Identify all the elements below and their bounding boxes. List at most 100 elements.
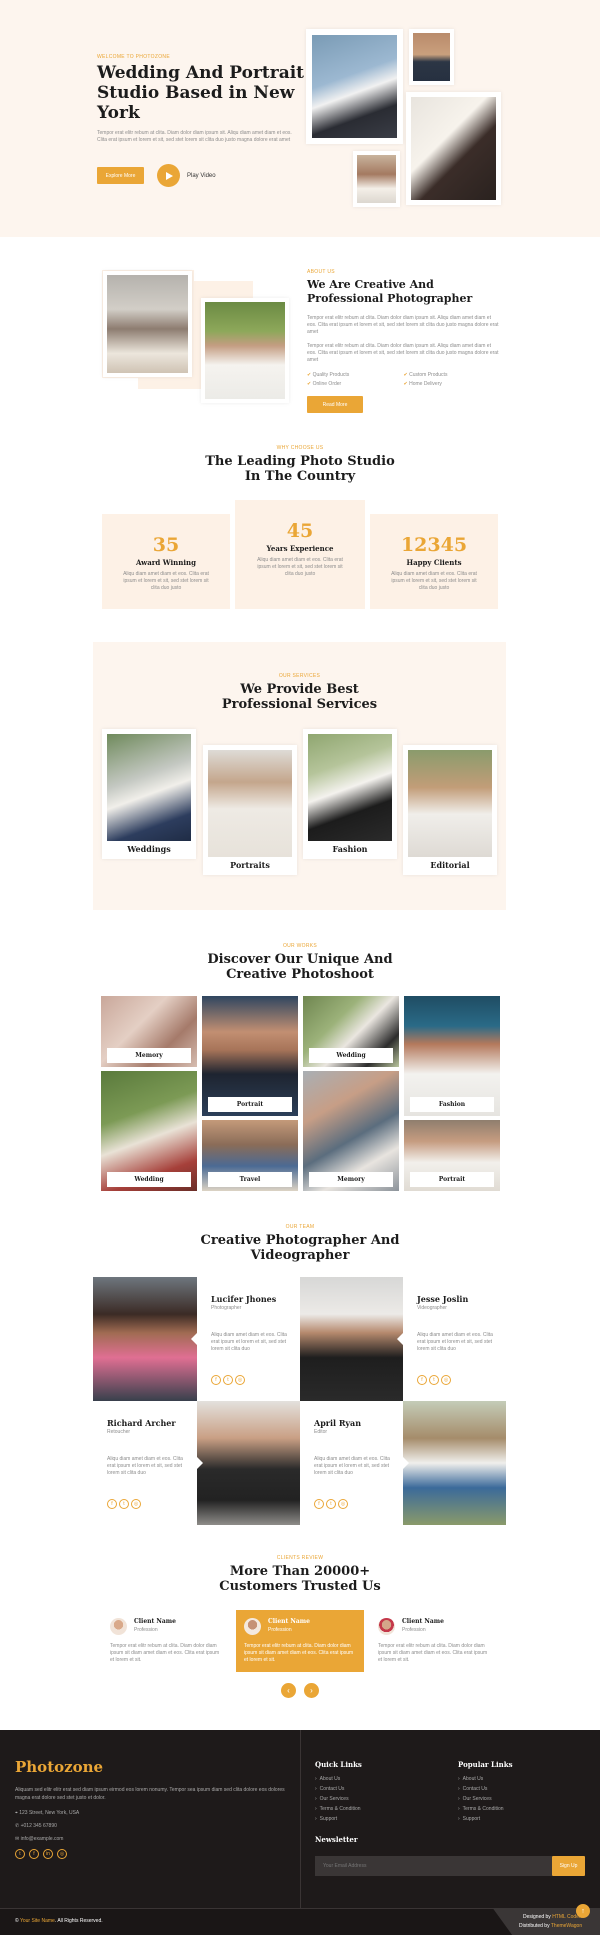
service-label: Portraits: [230, 860, 270, 870]
chevron-left-icon: ‹: [287, 1686, 290, 1695]
gallery-item-portrait-2[interactable]: Portrait: [404, 1120, 500, 1191]
twitter-icon[interactable]: t: [223, 1375, 233, 1385]
quick-link[interactable]: Support: [315, 1814, 361, 1824]
service-label: Fashion: [332, 844, 368, 854]
client-role: Profession: [134, 1627, 158, 1633]
popular-links-list: About Us Contact Us Our Services Terms &…: [458, 1774, 504, 1824]
linkedin-icon[interactable]: in: [43, 1849, 53, 1859]
social-links: f t ◎: [107, 1499, 143, 1509]
stat-value: 12345: [400, 534, 468, 556]
newsletter-signup-button[interactable]: Sign Up: [552, 1856, 585, 1876]
copyright-site-link[interactable]: Your Site Name: [20, 1918, 55, 1924]
instagram-icon[interactable]: ◎: [235, 1375, 245, 1385]
twitter-icon[interactable]: t: [119, 1499, 129, 1509]
service-card-weddings[interactable]: Weddings: [102, 729, 196, 859]
member-name: Jesse Joslin: [417, 1294, 469, 1304]
quick-links-title: Quick Links: [315, 1760, 362, 1769]
newsletter-email-input[interactable]: [315, 1856, 552, 1876]
testimonials-eyebrow: CLIENTS REVIEW: [276, 1555, 324, 1561]
instagram-icon[interactable]: ◎: [338, 1499, 348, 1509]
stat-value: 35: [152, 534, 180, 556]
hero-title: Wedding And Portrait Studio Based in New…: [97, 63, 305, 123]
stat-text: Aliqu diam amet diam et eos. Clita erat …: [257, 557, 343, 577]
quick-link[interactable]: Terms & Condition: [315, 1804, 361, 1814]
works-section: OUR WORKS Discover Our Unique And Creati…: [0, 910, 600, 1210]
footer-brand[interactable]: Photozone: [15, 1758, 103, 1776]
hero-eyebrow: WELCOME TO PHOTOZONE: [97, 54, 170, 60]
member-role: Editor: [314, 1429, 328, 1435]
service-card-fashion[interactable]: Fashion: [303, 729, 397, 859]
gallery-item-travel[interactable]: Travel: [202, 1120, 298, 1191]
hero-photo-bride-groom: [406, 92, 501, 205]
instagram-icon[interactable]: ◎: [441, 1375, 451, 1385]
read-more-button[interactable]: Read More: [307, 396, 363, 413]
popular-link[interactable]: About Us: [458, 1774, 504, 1784]
team-photo-richard: [197, 1401, 300, 1525]
service-card-editorial[interactable]: Editorial: [403, 745, 497, 875]
facebook-icon[interactable]: f: [314, 1499, 324, 1509]
facebook-icon[interactable]: f: [211, 1375, 221, 1385]
instagram-icon[interactable]: ◎: [57, 1849, 67, 1859]
distributor-link[interactable]: ThemeWagon: [551, 1923, 582, 1929]
gallery-label: Portrait: [410, 1172, 494, 1187]
play-video-label: Play Video: [187, 172, 216, 179]
pointer-arrow: [397, 1333, 403, 1345]
quick-link[interactable]: About Us: [315, 1774, 361, 1784]
about-photo-woman: [201, 298, 289, 403]
member-bio: Aliqu diam amet diam et eos. Clita erat …: [107, 1456, 183, 1476]
explore-more-button[interactable]: Explore More: [97, 167, 144, 184]
team-photo-jesse: [300, 1277, 403, 1401]
play-video-button[interactable]: Play Video: [157, 164, 216, 187]
team-card-richard: Richard Archer Retoucher Aliqu diam amet…: [93, 1401, 203, 1525]
footer-email: ✉ info@example.com: [15, 1836, 64, 1842]
member-role: Photographer: [211, 1305, 242, 1311]
twitter-icon[interactable]: t: [15, 1849, 25, 1859]
gallery-item-wedding-2[interactable]: Wedding: [303, 996, 399, 1067]
quick-link[interactable]: Contact Us: [315, 1784, 361, 1794]
pointer-arrow: [191, 1333, 197, 1345]
gallery-item-fashion[interactable]: Fashion: [404, 996, 500, 1116]
why-section: WHY CHOOSE US The Leading Photo Studio I…: [0, 427, 600, 627]
distributed-by: Distributed by ThemeWagon: [519, 1923, 583, 1929]
about-feature-list: ✔ Quality Products ✔ Custom Products ✔ O…: [307, 372, 500, 387]
footer-divider: [300, 1730, 301, 1908]
popular-link[interactable]: Our Services: [458, 1794, 504, 1804]
back-to-top-button[interactable]: ↑: [576, 1904, 590, 1918]
quick-link[interactable]: Our Services: [315, 1794, 361, 1804]
social-links: f t ◎: [211, 1375, 247, 1385]
about-paragraph-1: Tempor erat elitr rebum at clita. Diam d…: [307, 315, 499, 335]
feature-item: ✔ Online Order: [307, 381, 342, 387]
feature-item: ✔ Home Delivery: [403, 381, 442, 387]
popular-link[interactable]: Contact Us: [458, 1784, 504, 1794]
footer-phone: ✆ +012 345 67890: [15, 1823, 57, 1829]
footer: Photozone Aliquam sed elitr elitr erat s…: [0, 1730, 600, 1935]
gallery-label: Portrait: [208, 1097, 292, 1112]
facebook-icon[interactable]: f: [29, 1849, 39, 1859]
gallery-label: Memory: [309, 1172, 393, 1187]
facebook-icon[interactable]: f: [417, 1375, 427, 1385]
client-name: Client Name: [134, 1618, 176, 1625]
twitter-icon[interactable]: t: [326, 1499, 336, 1509]
member-bio: Aliqu diam amet diam et eos. Clita erat …: [314, 1456, 390, 1476]
instagram-icon[interactable]: ◎: [131, 1499, 141, 1509]
testimonial-text: Tempor erat elitr rebum at clita. Diam d…: [110, 1643, 220, 1663]
client-avatar: [378, 1618, 395, 1635]
popular-link[interactable]: Terms & Condition: [458, 1804, 504, 1814]
stat-text: Aliqu diam amet diam et eos. Clita erat …: [391, 571, 477, 591]
service-card-portraits[interactable]: Portraits: [203, 745, 297, 875]
gallery-item-memory-2[interactable]: Memory: [303, 1071, 399, 1191]
gallery-item-memory[interactable]: Memory: [101, 996, 197, 1067]
stat-label: Happy Clients: [406, 558, 462, 567]
gallery-item-portrait[interactable]: Portrait: [202, 996, 298, 1116]
twitter-icon[interactable]: t: [429, 1375, 439, 1385]
team-eyebrow: OUR TEAM: [285, 1224, 315, 1230]
testimonials-section: CLIENTS REVIEW More Than 20000+ Customer…: [0, 1540, 600, 1730]
client-name: Client Name: [402, 1618, 444, 1625]
gallery-item-wedding[interactable]: Wedding: [101, 1071, 197, 1191]
member-role: Retoucher: [107, 1429, 131, 1435]
works-eyebrow: OUR WORKS: [282, 943, 318, 949]
facebook-icon[interactable]: f: [107, 1499, 117, 1509]
popular-link[interactable]: Support: [458, 1814, 504, 1824]
carousel-next-button[interactable]: ›: [304, 1683, 319, 1698]
carousel-prev-button[interactable]: ‹: [281, 1683, 296, 1698]
